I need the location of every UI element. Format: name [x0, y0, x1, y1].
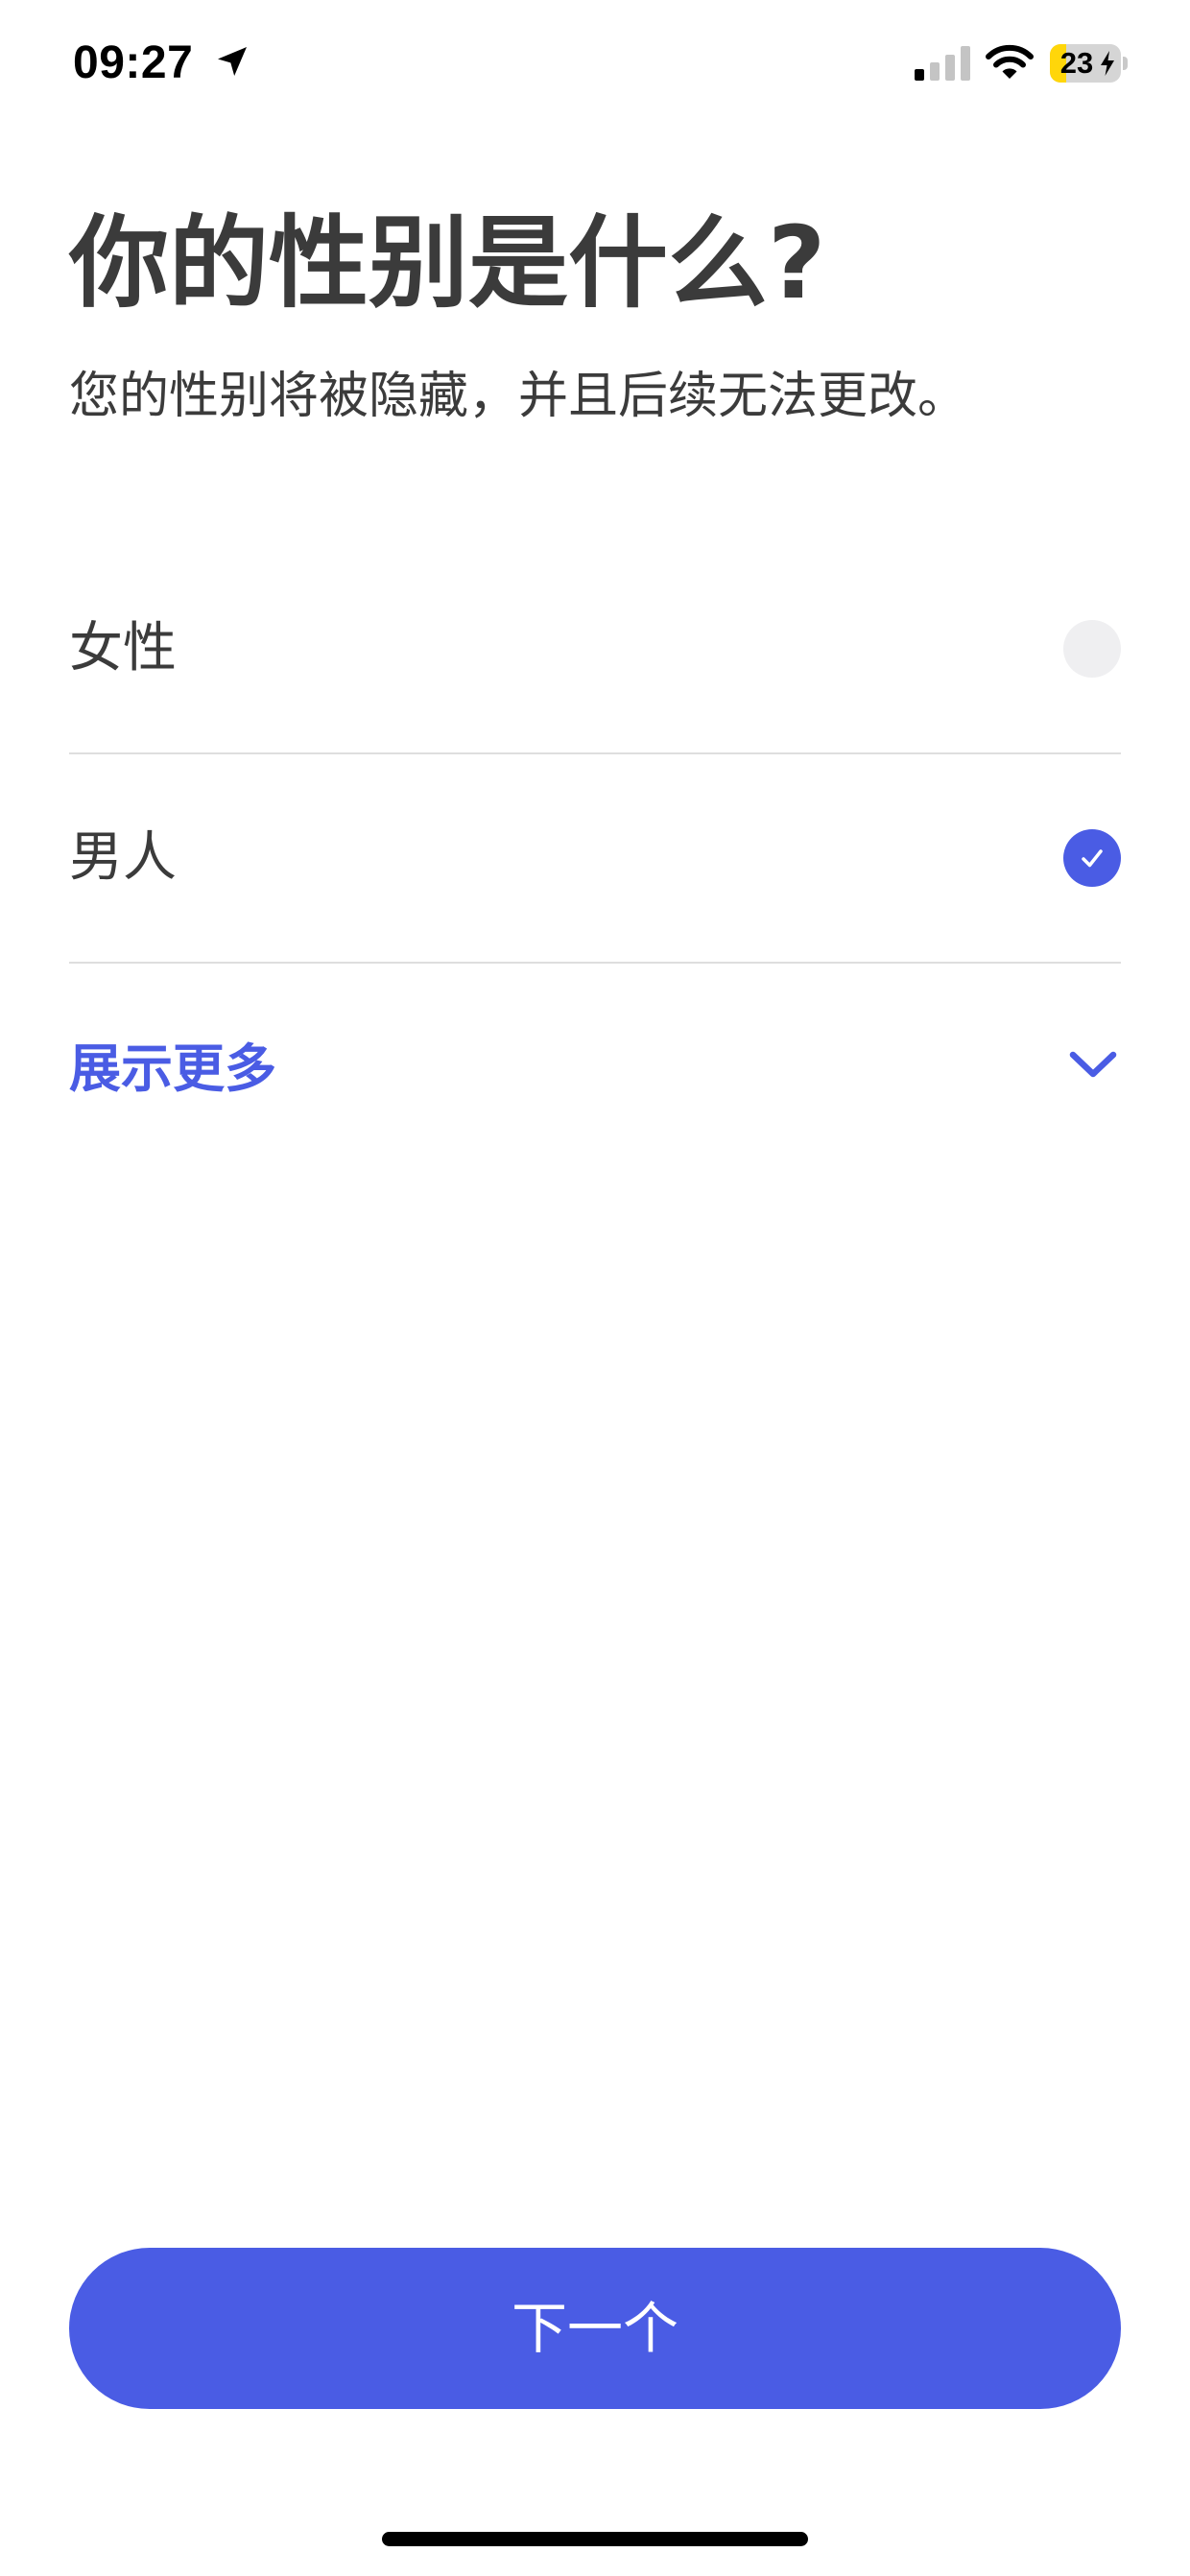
checkmark-icon: [1082, 849, 1103, 868]
option-female[interactable]: 女性: [69, 545, 1121, 754]
chevron-down-icon: [1069, 1051, 1117, 1078]
radio-unselected[interactable]: [1063, 620, 1121, 678]
charging-bolt-icon: [1101, 51, 1114, 76]
show-more-button[interactable]: 展示更多: [69, 1027, 1121, 1113]
page-title: 你的性别是什么?: [69, 204, 826, 322]
page-subtitle: 您的性别将被隐藏，并且后续无法更改。: [69, 368, 968, 425]
battery-indicator: 23: [1050, 44, 1129, 83]
radio-selected[interactable]: [1063, 829, 1121, 887]
status-time: 09:27: [73, 37, 194, 88]
home-indicator: [382, 2532, 808, 2546]
battery-nub: [1123, 57, 1128, 70]
battery-level: 23: [1059, 46, 1094, 80]
show-more-label: 展示更多: [69, 1038, 276, 1099]
location-arrow-icon: [218, 47, 247, 76]
option-male[interactable]: 男人: [69, 754, 1121, 964]
next-button[interactable]: 下一个: [69, 2248, 1121, 2409]
cellular-signal-icon: [915, 46, 970, 81]
option-label: 女性: [69, 617, 177, 680]
option-label: 男人: [69, 826, 177, 889]
wifi-icon: [986, 44, 1034, 79]
gender-options: 女性 男人: [69, 545, 1121, 964]
status-bar: 09:27 23: [0, 0, 1190, 125]
